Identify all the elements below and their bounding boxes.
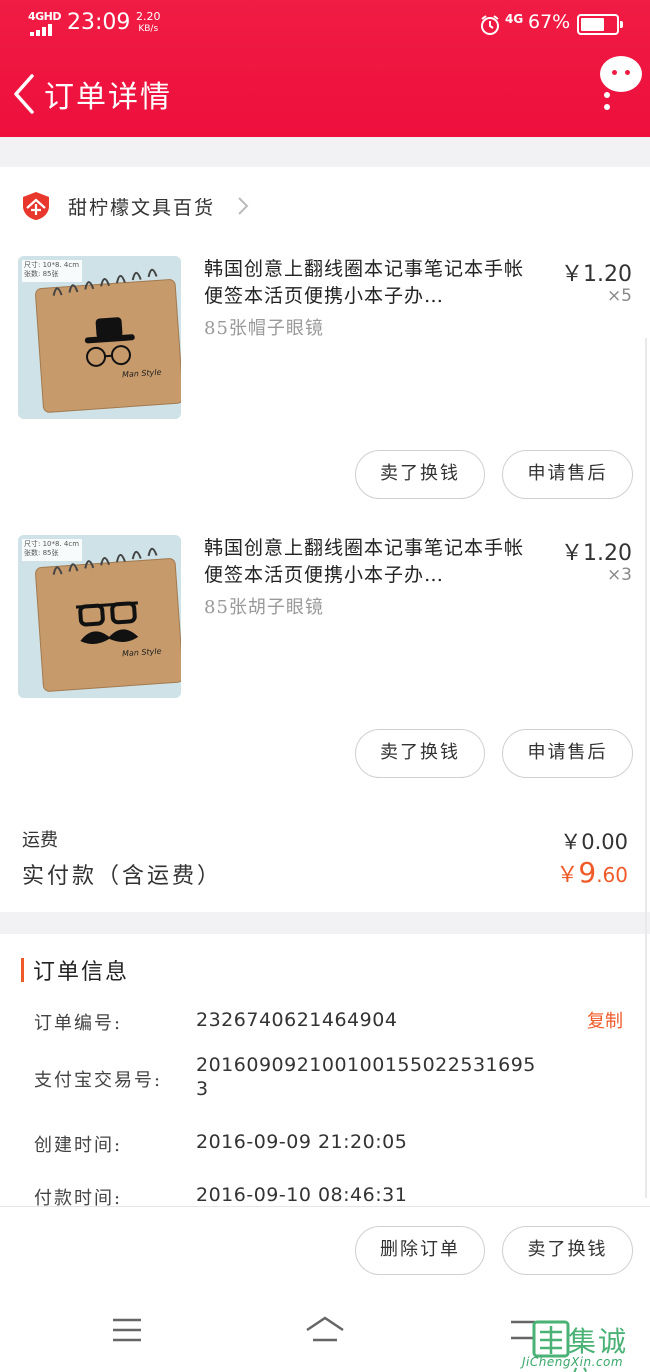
battery-percent: 67% bbox=[528, 11, 571, 33]
scrollbar[interactable] bbox=[645, 338, 647, 1198]
battery-icon bbox=[577, 14, 623, 35]
shipping-value: ￥0.00 bbox=[560, 830, 628, 854]
network-speed: 2.20 KB/s bbox=[136, 11, 161, 35]
notebook-mustache-glasses-image bbox=[18, 535, 181, 698]
notebook-hat-glasses-image bbox=[18, 256, 181, 419]
alarm-icon bbox=[481, 15, 499, 35]
order-number-label: 订单编号: bbox=[34, 1013, 123, 1034]
product-spec: 85张胡子眼镜 bbox=[204, 597, 324, 618]
network-type-right: 4G bbox=[505, 12, 524, 26]
menu-icon[interactable] bbox=[105, 1312, 149, 1348]
product-title: 韩国创意上翻线圈本记事笔记本手帐便签本活页便携小本子办… bbox=[204, 258, 525, 307]
section-accent-bar bbox=[21, 958, 24, 982]
product-title: 韩国创意上翻线圈本记事笔记本手帐便签本活页便携小本子办… bbox=[204, 537, 525, 586]
paid-integer: 9 bbox=[578, 856, 597, 889]
paid-time-value: 2016-09-10 08:46:31 bbox=[196, 1184, 408, 1206]
clock: 23:09 bbox=[67, 10, 131, 35]
created-time-label: 创建时间: bbox=[34, 1135, 123, 1156]
home-icon[interactable] bbox=[303, 1312, 347, 1348]
network-type: 4GHD bbox=[28, 10, 62, 23]
product-thumbnail: 尺寸: 10*8. 4cm 张数: 85张 Man Style bbox=[18, 535, 181, 698]
sell-for-cash-button[interactable]: 卖了换钱 bbox=[502, 1226, 633, 1275]
enterprise-badge-icon bbox=[23, 192, 49, 220]
thumb-size-note: 尺寸: 10*8. 4cm bbox=[24, 261, 80, 269]
paid-currency: ￥ bbox=[556, 863, 579, 888]
alipay-trade-value: 201609092100100155022531695 3 bbox=[196, 1054, 536, 1100]
speed-unit: KB/s bbox=[138, 24, 159, 34]
bottom-action-bar: 删除订单 卖了换钱 bbox=[0, 1206, 650, 1294]
section-gap bbox=[0, 147, 650, 167]
product-price: ￥1.20 bbox=[561, 541, 632, 566]
sell-for-cash-button[interactable]: 卖了换钱 bbox=[355, 450, 485, 499]
watermark-url: JiChengXin.com bbox=[522, 1355, 624, 1369]
product-price: ￥1.20 bbox=[561, 262, 632, 287]
section-gap bbox=[0, 912, 650, 934]
thumb-count-note: 张数: 85张 bbox=[24, 549, 59, 557]
after-sales-button[interactable]: 申请售后 bbox=[502, 729, 633, 778]
delete-order-button[interactable]: 删除订单 bbox=[355, 1226, 485, 1275]
paid-label: 实付款（含运费） bbox=[22, 864, 223, 889]
order-info-title: 订单信息 bbox=[33, 960, 130, 985]
product-qty: ×5 bbox=[606, 286, 632, 306]
copy-button[interactable]: 复制 bbox=[587, 1007, 623, 1033]
after-sales-button[interactable]: 申请售后 bbox=[502, 450, 633, 499]
order-number-value: 2326740621464904 bbox=[196, 1009, 398, 1031]
sell-for-cash-button[interactable]: 卖了换钱 bbox=[355, 729, 485, 778]
chevron-right-icon bbox=[238, 197, 249, 215]
alipay-trade-label: 支付宝交易号: bbox=[34, 1070, 163, 1091]
product-thumbnail: 尺寸: 10*8. 4cm 张数: 85张 Man Style bbox=[18, 256, 181, 419]
paid-decimal: .60 bbox=[596, 863, 628, 887]
signal-icon bbox=[30, 24, 58, 36]
shipping-label: 运费 bbox=[22, 830, 58, 851]
product-spec: 85张帽子眼镜 bbox=[204, 318, 324, 339]
shop-row[interactable]: 甜柠檬文具百货 bbox=[0, 167, 650, 247]
shop-name: 甜柠檬文具百货 bbox=[68, 197, 216, 219]
paid-amount: ￥9.60 bbox=[556, 856, 628, 889]
chevron-left-icon[interactable] bbox=[8, 72, 40, 116]
app-header: 4GHD 23:09 2.20 KB/s 4G 67% 订单详情 bbox=[0, 0, 650, 137]
battery-fill bbox=[581, 18, 604, 31]
page-title: 订单详情 bbox=[44, 80, 172, 115]
created-time-value: 2016-09-09 21:20:05 bbox=[196, 1131, 408, 1153]
more-vertical-icon[interactable] bbox=[598, 56, 644, 112]
status-bar: 4GHD 23:09 2.20 KB/s 4G 67% bbox=[0, 0, 650, 50]
order-detail-screen: 4GHD 23:09 2.20 KB/s 4G 67% 订单详情 甜柠檬文具百货… bbox=[0, 0, 650, 1372]
product-qty: ×3 bbox=[606, 565, 632, 585]
speed-value: 2.20 bbox=[136, 10, 161, 23]
thumb-count-note: 张数: 85张 bbox=[24, 270, 59, 278]
thumb-size-note: 尺寸: 10*8. 4cm bbox=[24, 540, 80, 548]
